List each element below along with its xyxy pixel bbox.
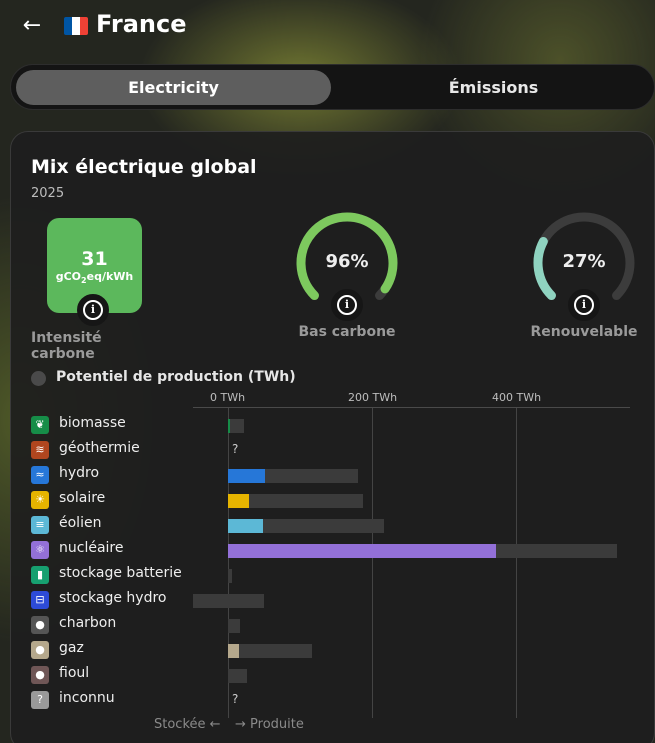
unknown-marker: ?	[232, 442, 239, 456]
x-tick-label: 400 TWh	[492, 391, 542, 404]
renewable-label: Renouvelable	[530, 324, 638, 340]
card-title: Mix électrique global	[31, 156, 257, 178]
source-row[interactable]: ☀ solaire	[31, 489, 641, 511]
leaf-icon: ❦	[31, 416, 49, 434]
heat-icon: ≋	[31, 441, 49, 459]
source-label: charbon	[59, 615, 117, 631]
arrow-right-icon: →	[235, 717, 246, 732]
production-bar	[228, 644, 239, 658]
battery-icon: ▮	[31, 566, 49, 584]
potential-bar	[228, 644, 312, 658]
tab-electricity[interactable]: Electricity	[16, 70, 331, 105]
info-icon: i	[574, 295, 594, 315]
x-tick-label: 0 TWh	[210, 391, 246, 404]
source-row[interactable]: ≈ hydro	[31, 464, 641, 486]
source-label: inconnu	[59, 690, 115, 706]
toggle-dot-icon	[31, 371, 46, 386]
source-row[interactable]: ● gaz	[31, 639, 641, 661]
low-carbon-label: Bas carbone	[298, 324, 396, 340]
x-tick-label: 200 TWh	[348, 391, 398, 404]
stored-legend: Stockée ←	[154, 717, 221, 732]
country-name: France	[96, 10, 187, 38]
source-label: nucléaire	[59, 540, 124, 556]
renewable-value: 27%	[562, 251, 606, 272]
production-bar	[228, 519, 264, 533]
atom-icon: ⚛	[31, 541, 49, 559]
arrow-left-icon: ←	[22, 13, 42, 38]
source-label: stockage hydro	[59, 590, 167, 606]
renewable-info-button[interactable]: i	[568, 289, 600, 321]
potential-bar	[228, 669, 248, 683]
source-row[interactable]: ▮ stockage batterie	[31, 564, 641, 586]
potential-bar	[228, 569, 233, 583]
source-label: géothermie	[59, 440, 140, 456]
low-carbon-info-button[interactable]: i	[331, 289, 363, 321]
unknown-marker: ?	[232, 692, 239, 706]
source-label: stockage batterie	[59, 565, 182, 581]
source-row[interactable]: ⚛ nucléaire	[31, 539, 641, 561]
potential-bar	[228, 419, 244, 433]
carbon-intensity-info-button[interactable]: i	[77, 294, 109, 326]
electricity-mix-card: Mix électrique global 2025 31 gCO2eq/kWh…	[10, 131, 655, 743]
production-bar	[228, 544, 496, 558]
carbon-intensity-label: Intensité carbone	[31, 330, 102, 362]
back-button[interactable]: ←	[18, 12, 46, 40]
arrow-left-icon: ←	[209, 717, 221, 732]
source-row[interactable]: ≡ éolien	[31, 514, 641, 536]
reservoir-icon: ⊟	[31, 591, 49, 609]
source-row[interactable]: ≋ géothermie?	[31, 439, 641, 461]
potential-bar	[228, 619, 240, 633]
source-label: fioul	[59, 665, 90, 681]
production-bar	[228, 494, 249, 508]
potential-bar	[193, 594, 264, 608]
sun-icon: ☀	[31, 491, 49, 509]
tab-emissions[interactable]: Émissions	[336, 70, 651, 105]
carbon-intensity-unit: gCO2eq/kWh	[55, 270, 134, 286]
top-bar: ← France	[0, 0, 655, 56]
wind-icon: ≡	[31, 516, 49, 534]
card-year: 2025	[31, 186, 65, 201]
source-row[interactable]: ⊟ stockage hydro	[31, 589, 641, 611]
flame-icon: ●	[31, 641, 49, 659]
carbon-intensity-value: 31	[81, 248, 108, 270]
source-row[interactable]: ? inconnu?	[31, 689, 641, 711]
oil-drop-icon: ●	[31, 666, 49, 684]
source-row[interactable]: ● charbon	[31, 614, 641, 636]
waves-icon: ≈	[31, 466, 49, 484]
tab-bar: Electricity Émissions	[10, 64, 655, 110]
source-label: biomasse	[59, 415, 126, 431]
source-row[interactable]: ❦ biomasse	[31, 414, 641, 436]
x-axis-line	[193, 407, 630, 408]
produced-legend: → Produite	[235, 717, 304, 732]
source-label: gaz	[59, 640, 84, 656]
production-bar	[228, 469, 266, 483]
france-flag-icon	[64, 17, 88, 35]
low-carbon-value: 96%	[325, 251, 369, 272]
question-icon: ?	[31, 691, 49, 709]
production-potential-label: Potentiel de production (TWh)	[56, 369, 296, 385]
source-label: éolien	[59, 515, 102, 531]
source-row[interactable]: ● fioul	[31, 664, 641, 686]
source-label: hydro	[59, 465, 100, 481]
production-bar	[228, 419, 231, 433]
info-icon: i	[83, 300, 103, 320]
source-label: solaire	[59, 490, 106, 506]
drop-icon: ●	[31, 616, 49, 634]
info-icon: i	[337, 295, 357, 315]
